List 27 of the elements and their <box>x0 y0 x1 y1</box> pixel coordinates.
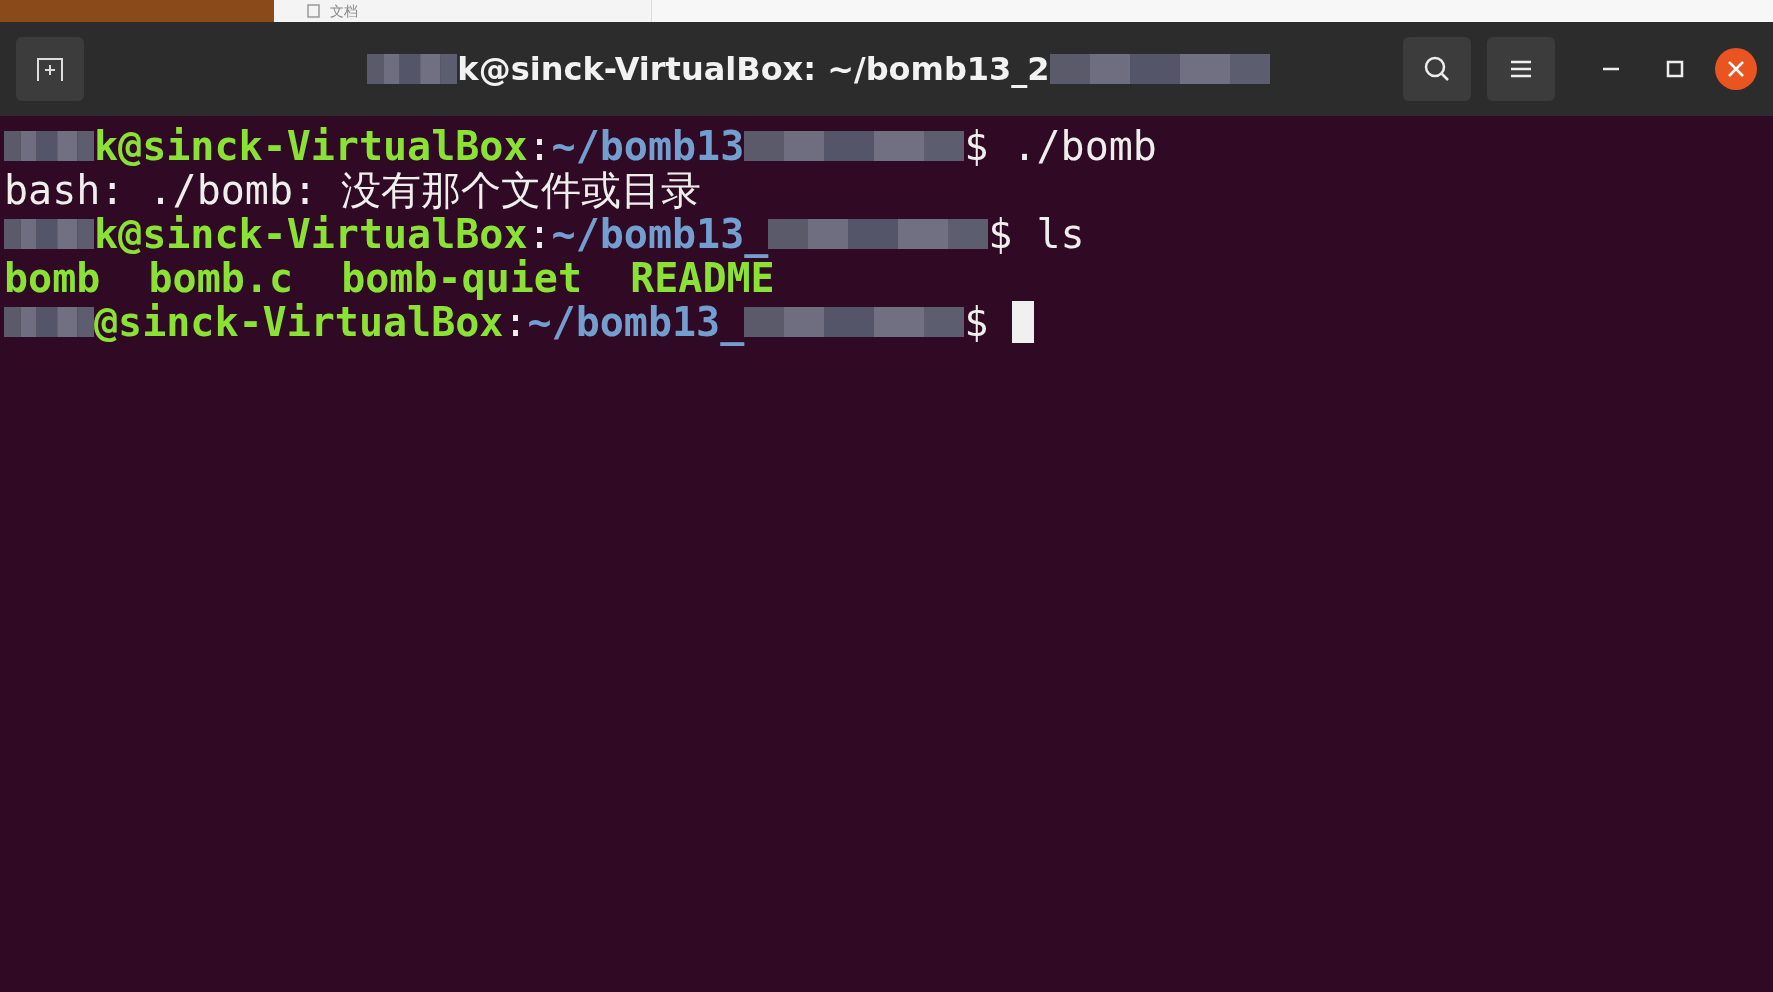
terminal-text: k@sinck-VirtualBox <box>94 124 528 168</box>
search-button[interactable] <box>1403 37 1471 101</box>
maximize-icon <box>1666 60 1684 78</box>
terminal-text: ~/bomb13 <box>551 124 745 168</box>
terminal-text: : <box>527 124 552 168</box>
terminal-text: : <box>527 212 552 256</box>
terminal-text: @sinck-VirtualBox <box>94 300 504 344</box>
close-icon <box>1727 60 1745 78</box>
terminal-text: $ <box>964 300 990 344</box>
tab-label[interactable]: 文档 <box>330 4 358 18</box>
new-tab-button[interactable] <box>16 37 84 101</box>
document-icon <box>306 3 322 19</box>
search-icon <box>1423 55 1451 83</box>
terminal-text: : <box>503 300 528 344</box>
menu-button[interactable] <box>1487 37 1555 101</box>
new-tab-icon <box>35 56 65 82</box>
terminal-text: ~/bomb13_ <box>551 212 769 256</box>
minimize-icon <box>1602 67 1620 71</box>
terminal-text: $ ./bomb <box>964 124 1157 168</box>
terminal-text: $ ls <box>988 212 1085 256</box>
window-title: k@sinck-VirtualBox: ~/bomb13_2 <box>457 49 1050 90</box>
close-button[interactable] <box>1715 48 1757 90</box>
terminal-text: bash: ./bomb: 没有那个文件或目录 <box>4 168 702 212</box>
terminal-text: ~/bomb13_ <box>527 300 745 344</box>
text-cursor <box>1012 301 1035 343</box>
menu-icon <box>1509 59 1533 79</box>
terminal-text: k@sinck-VirtualBox <box>94 212 528 256</box>
